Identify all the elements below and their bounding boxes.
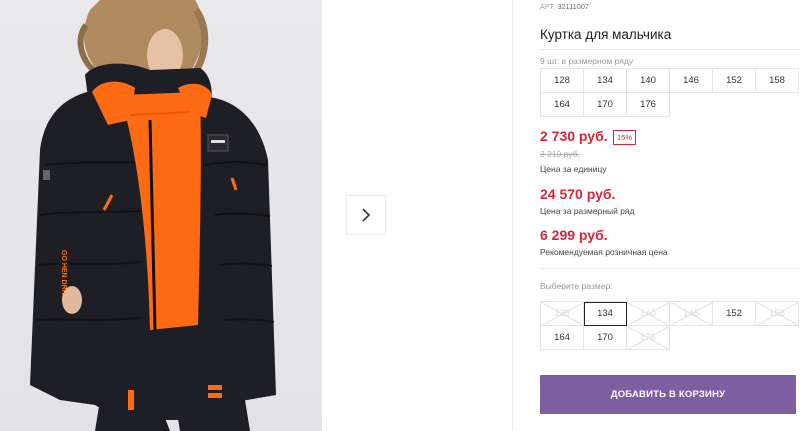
add-to-cart-button[interactable]: Добавить в корзину [540,375,796,414]
unit-price: 2 730 руб. [540,128,608,144]
size-range-cell: 140 [627,69,670,93]
size-option-146: 146 [670,302,713,326]
product-photo[interactable]: GO HEN DRIVE [0,0,322,431]
retail-price-label: Рекомендуемая розничная цена [540,247,668,257]
size-option-140: 140 [627,302,670,326]
size-option-label: 134 [597,308,613,319]
size-range-cell: 152 [713,69,756,93]
product-title: Куртка для мальчика [540,27,672,42]
choose-size-label: Выберите размер: [540,281,613,291]
size-range-cell: 164 [541,93,584,117]
old-price: 3 210 руб. [540,149,580,159]
unavailable-cross-icon [627,302,670,326]
unavailable-cross-icon [627,326,670,350]
size-option-170[interactable]: 170 [584,326,627,350]
article-code: 32111007 [557,4,590,11]
size-option-164[interactable]: 164 [541,326,584,350]
size-range-note: 9 шт. в размерном ряду [540,56,634,66]
size-range-cell: 176 [627,93,670,117]
range-price: 24 570 руб. [540,186,616,202]
size-range-cell: 170 [584,93,627,117]
size-range-cell: 146 [670,69,713,93]
size-range-cell: 134 [584,69,627,93]
range-price-label: Цена за размерный ряд [540,206,635,216]
unavailable-cross-icon [541,302,584,326]
unit-price-label: Цена за единицу [540,164,607,174]
unavailable-cross-icon [756,302,799,326]
size-selector-grid: 128 134 140146 152 158 164 170 176 [540,301,799,350]
size-range-cell: 158 [756,69,799,93]
sizes-divider [540,268,800,269]
size-option-128: 128 [541,302,584,326]
boy-in-jacket-image: GO HEN DRIVE [30,0,276,431]
size-option-label: 164 [554,332,570,343]
size-option-176: 176 [627,326,670,350]
size-option-label: 170 [597,332,613,343]
product-gallery: GO HEN DRIVE [0,0,512,431]
size-range-cell: 128 [541,69,584,93]
title-divider [540,49,800,50]
article-number: АРТ. 32111007 [540,4,589,11]
unavailable-cross-icon [670,302,713,326]
size-range-grid: 128 134 140 146 152 158 164 170 176 [540,68,799,117]
product-info-panel: АРТ. 32111007 Куртка для мальчика 9 шт. … [540,0,800,431]
size-option-134[interactable]: 134 [584,302,627,326]
discount-badge: 15% [613,130,637,145]
chevron-right-icon [362,208,371,222]
gallery-next-button[interactable] [346,195,386,235]
size-option-158: 158 [756,302,799,326]
retail-price: 6 299 руб. [540,227,608,243]
panel-divider [512,0,513,431]
article-label: АРТ. [540,4,556,11]
size-option-152[interactable]: 152 [713,302,756,326]
size-option-label: 152 [726,308,742,319]
